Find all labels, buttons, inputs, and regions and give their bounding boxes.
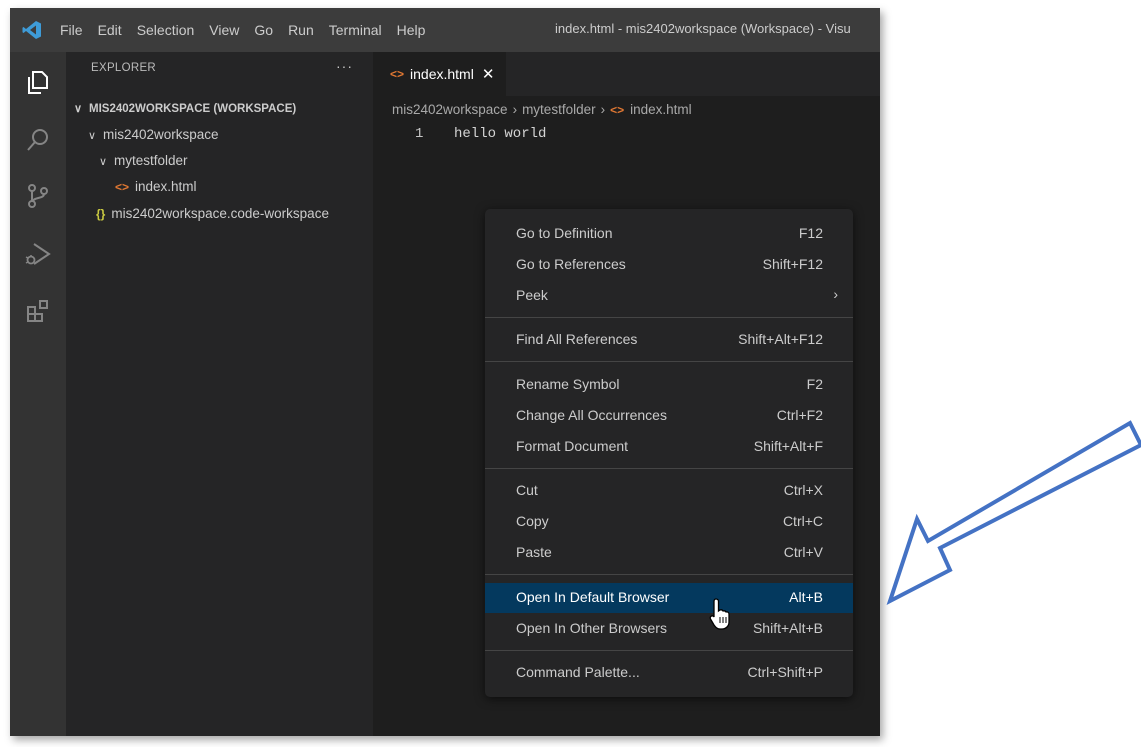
- menu-edit[interactable]: Edit: [98, 22, 122, 38]
- menu-item-label: Open In Default Browser: [516, 589, 670, 605]
- menu-separator: [485, 574, 853, 575]
- explorer-icon[interactable]: [24, 68, 52, 96]
- menu-item-command-palette[interactable]: Command Palette... Ctrl+Shift+P: [485, 658, 853, 688]
- chevron-down-icon: ∨: [88, 130, 97, 142]
- menu-item-copy[interactable]: Copy Ctrl+C: [485, 507, 853, 537]
- chevron-right-icon: ›: [512, 102, 518, 117]
- menu-item-label: Go to References: [516, 256, 626, 272]
- menu-item-rename-symbol[interactable]: Rename Symbol F2: [485, 370, 853, 400]
- menu-bar: File Edit Selection View Go Run Terminal…: [60, 8, 440, 52]
- menu-terminal[interactable]: Terminal: [329, 22, 382, 38]
- menu-item-go-to-definition[interactable]: Go to Definition F12: [485, 219, 853, 249]
- menu-item-label: Copy: [516, 513, 549, 529]
- breadcrumb-file[interactable]: index.html: [630, 102, 692, 117]
- menu-item-paste[interactable]: Paste Ctrl+V: [485, 538, 853, 568]
- subfolder-item[interactable]: ∨ mytestfolder: [99, 153, 188, 168]
- chevron-down-icon: ∨: [99, 156, 108, 168]
- subfolder-label: mytestfolder: [114, 153, 188, 168]
- menu-item-label: Paste: [516, 544, 552, 560]
- code-line[interactable]: 1 hello world: [373, 124, 880, 146]
- menu-go[interactable]: Go: [254, 22, 273, 38]
- menu-item-open-in-default-browser[interactable]: Open In Default Browser Alt+B: [485, 583, 853, 613]
- menu-item-label: Open In Other Browsers: [516, 620, 667, 636]
- annotation-arrow-icon: [885, 415, 1141, 615]
- file-label: index.html: [135, 179, 197, 194]
- menu-item-open-in-other-browsers[interactable]: Open In Other Browsers Shift+Alt+B: [485, 614, 853, 644]
- menu-run[interactable]: Run: [288, 22, 314, 38]
- menu-view[interactable]: View: [209, 22, 239, 38]
- chevron-right-icon: ›: [833, 286, 838, 302]
- menu-item-shortcut: F12: [798, 225, 823, 241]
- explorer-sidebar: EXPLORER ··· ∨ MIS2402WORKSPACE (WORKSPAC…: [66, 52, 373, 736]
- code-text[interactable]: hello world: [454, 126, 546, 142]
- context-menu: Go to Definition F12 Go to References Sh…: [485, 209, 853, 697]
- window-title: index.html - mis2402workspace (Workspace…: [555, 21, 851, 36]
- menu-separator: [485, 650, 853, 651]
- breadcrumb: mis2402workspace › mytestfolder › <> index.ht…: [392, 102, 692, 117]
- menu-item-shortcut: Shift+Alt+F12: [738, 331, 823, 347]
- menu-item-shortcut: Shift+F12: [762, 256, 823, 272]
- menu-item-shortcut: Shift+Alt+B: [752, 620, 823, 636]
- menu-item-label: Format Document: [516, 438, 629, 454]
- file-item[interactable]: <> index.html: [115, 179, 197, 194]
- menu-item-shortcut: Ctrl+Shift+P: [747, 664, 823, 680]
- more-actions-icon[interactable]: ···: [336, 58, 353, 74]
- menu-item-shortcut: Ctrl+V: [783, 544, 823, 560]
- menu-item-label: Change All Occurrences: [516, 407, 667, 423]
- menu-item-shortcut: F2: [806, 376, 823, 392]
- menu-item-label: Rename Symbol: [516, 376, 620, 392]
- menu-item-format-document[interactable]: Format Document Shift+Alt+F: [485, 432, 853, 462]
- json-file-icon: {}: [96, 207, 106, 221]
- workspace-file-item[interactable]: {} mis2402workspace.code-workspace: [96, 206, 329, 221]
- menu-separator: [485, 468, 853, 469]
- menu-item-cut[interactable]: Cut Ctrl+X: [485, 476, 853, 506]
- vscode-logo-icon: [22, 20, 42, 40]
- menu-item-label: Peek: [516, 287, 548, 303]
- menu-separator: [485, 361, 853, 362]
- chevron-right-icon: ›: [600, 102, 606, 117]
- menu-item-label: Go to Definition: [516, 225, 613, 241]
- search-icon[interactable]: [24, 126, 52, 154]
- menu-item-shortcut: Ctrl+C: [782, 513, 823, 529]
- menu-separator: [485, 317, 853, 318]
- menu-item-shortcut: Ctrl+X: [783, 482, 823, 498]
- menu-item-peek[interactable]: Peek ›: [485, 281, 853, 311]
- tab-index-html[interactable]: <> index.html ✕: [373, 52, 506, 96]
- breadcrumb-workspace[interactable]: mis2402workspace: [392, 102, 508, 117]
- folder-item[interactable]: ∨ mis2402workspace: [88, 127, 219, 142]
- workspace-root[interactable]: ∨ MIS2402WORKSPACE (WORKSPACE): [74, 102, 296, 115]
- extensions-icon[interactable]: [24, 298, 52, 326]
- menu-item-go-to-references[interactable]: Go to References Shift+F12: [485, 250, 853, 280]
- menu-help[interactable]: Help: [397, 22, 426, 38]
- menu-item-shortcut: Ctrl+F2: [776, 407, 823, 423]
- menu-item-label: Cut: [516, 482, 538, 498]
- tab-bar: <> index.html ✕: [373, 52, 880, 96]
- workspace-label: MIS2402WORKSPACE (WORKSPACE): [89, 103, 297, 115]
- hand-pointer-icon: [709, 597, 733, 631]
- breadcrumb-folder[interactable]: mytestfolder: [522, 102, 596, 117]
- menu-item-label: Find All References: [516, 331, 638, 347]
- line-number: 1: [415, 126, 424, 142]
- html-file-icon: <>: [610, 103, 625, 117]
- menu-item-shortcut: Shift+Alt+F: [753, 438, 823, 454]
- menu-file[interactable]: File: [60, 22, 83, 38]
- chevron-down-icon: ∨: [74, 103, 83, 115]
- menu-item-find-all-references[interactable]: Find All References Shift+Alt+F12: [485, 325, 853, 355]
- folder-label: mis2402workspace: [103, 127, 219, 142]
- menu-selection[interactable]: Selection: [137, 22, 195, 38]
- html-file-icon: <>: [390, 67, 405, 81]
- menu-item-label: Command Palette...: [516, 664, 640, 680]
- activity-bar: [10, 52, 66, 736]
- workspace-file-label: mis2402workspace.code-workspace: [111, 206, 329, 221]
- tab-label: index.html: [410, 66, 474, 82]
- menu-item-shortcut: Alt+B: [789, 589, 823, 605]
- close-icon[interactable]: ✕: [482, 65, 495, 83]
- run-debug-icon[interactable]: [24, 240, 52, 268]
- menu-item-change-all-occurrences[interactable]: Change All Occurrences Ctrl+F2: [485, 401, 853, 431]
- title-bar: File Edit Selection View Go Run Terminal…: [10, 8, 880, 52]
- html-file-icon: <>: [115, 180, 130, 194]
- source-control-icon[interactable]: [24, 182, 52, 210]
- explorer-title: EXPLORER: [91, 62, 157, 74]
